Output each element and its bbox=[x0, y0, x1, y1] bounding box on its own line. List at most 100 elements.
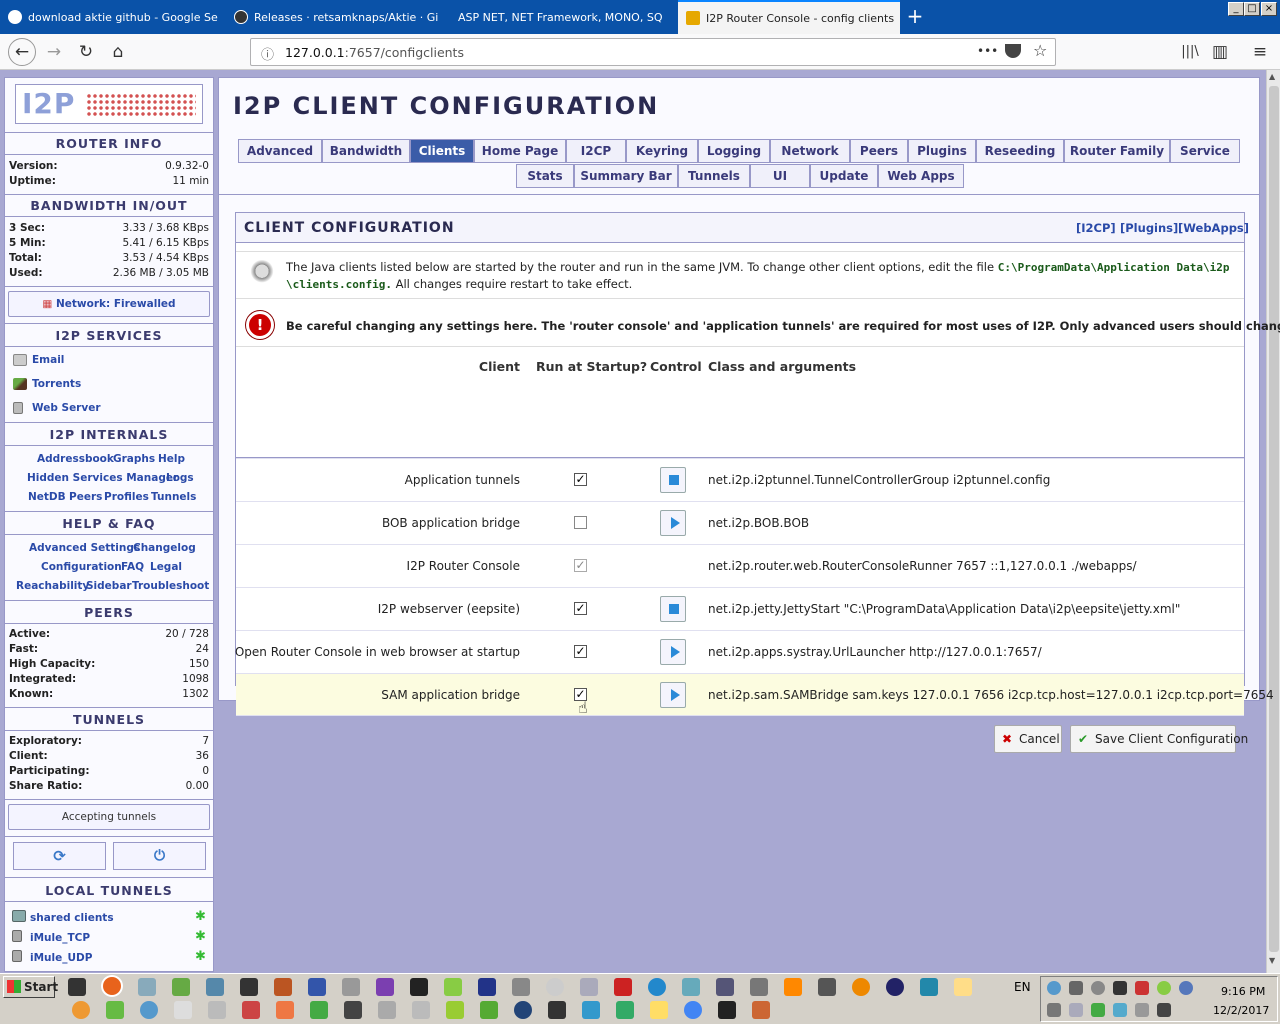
tray-icon[interactable] bbox=[1157, 981, 1171, 995]
taskbar-app-icon[interactable] bbox=[208, 1001, 226, 1019]
taskbar-app-icon[interactable] bbox=[412, 1001, 430, 1019]
taskbar-app-icon[interactable] bbox=[310, 1001, 328, 1019]
i2p-logo[interactable]: I2P bbox=[15, 84, 203, 124]
help-link[interactable]: Advanced Settings bbox=[29, 542, 140, 554]
help-link[interactable]: Changelog bbox=[133, 542, 196, 554]
taskbar-app-icon[interactable] bbox=[648, 978, 666, 996]
help-link[interactable]: FAQ bbox=[121, 561, 144, 573]
taskbar-app-icon[interactable] bbox=[242, 1001, 260, 1019]
service-torrents-link[interactable]: Torrents bbox=[32, 378, 81, 390]
taskbar-app-icon[interactable] bbox=[140, 1001, 158, 1019]
minimize-icon[interactable]: _ bbox=[1228, 2, 1244, 16]
taskbar-app-icon[interactable] bbox=[682, 978, 700, 996]
tray-icon[interactable] bbox=[1047, 981, 1061, 995]
taskbar-app-icon[interactable] bbox=[580, 978, 598, 996]
taskbar-app-icon[interactable] bbox=[138, 978, 156, 996]
taskbar-app-icon[interactable] bbox=[512, 978, 530, 996]
taskbar-app-icon[interactable] bbox=[206, 978, 224, 996]
browser-tab-aspnet[interactable]: ASP NET, NET Framework, MONO, SQ bbox=[450, 0, 676, 34]
internals-link[interactable]: Tunnels bbox=[151, 491, 196, 503]
sidebar-icon[interactable]: ▥ bbox=[1208, 41, 1232, 63]
tab-network[interactable]: Network bbox=[770, 139, 850, 163]
browser-tab-i2p[interactable]: I2P Router Console - config clients ✕ bbox=[678, 0, 900, 34]
restart-button[interactable]: ⟳ bbox=[13, 842, 106, 870]
start-button[interactable] bbox=[660, 682, 686, 708]
tab-reseeding[interactable]: Reseeding bbox=[976, 139, 1064, 163]
taskbar-app-icon[interactable] bbox=[716, 978, 734, 996]
vlc-icon[interactable] bbox=[784, 978, 802, 996]
tray-icon[interactable] bbox=[1135, 981, 1149, 995]
webapps-link[interactable]: [WebApps] bbox=[1178, 221, 1249, 235]
taskbar-app-icon[interactable] bbox=[546, 978, 564, 996]
taskbar-app-icon[interactable] bbox=[954, 978, 972, 996]
cmd-icon[interactable] bbox=[68, 978, 86, 996]
taskbar-app-icon[interactable] bbox=[106, 1001, 124, 1019]
tab-bandwidth[interactable]: Bandwidth bbox=[322, 139, 410, 163]
tab-peers[interactable]: Peers bbox=[850, 139, 908, 163]
taskbar-app-icon[interactable] bbox=[342, 978, 360, 996]
close-window-icon[interactable]: × bbox=[1261, 2, 1277, 16]
i2cp-link[interactable]: [I2CP] bbox=[1076, 221, 1116, 235]
tab-keyring[interactable]: Keyring bbox=[626, 139, 698, 163]
tray-icon[interactable] bbox=[1113, 1003, 1127, 1017]
taskbar-app-icon[interactable] bbox=[240, 978, 258, 996]
taskbar-app-icon[interactable] bbox=[752, 1001, 770, 1019]
taskbar-app-icon[interactable] bbox=[750, 978, 768, 996]
internals-link[interactable]: Addressbook bbox=[37, 453, 114, 465]
clock-date[interactable]: 12/2/2017 bbox=[1213, 1004, 1269, 1017]
cancel-button[interactable]: ✖ Cancel bbox=[994, 725, 1062, 753]
help-link[interactable]: Troubleshoot bbox=[132, 580, 209, 592]
help-link[interactable]: Reachability bbox=[16, 580, 89, 592]
close-tab-icon[interactable]: ✕ bbox=[894, 12, 900, 25]
forward-button[interactable]: → bbox=[42, 41, 66, 63]
internals-link[interactable]: Profiles bbox=[104, 491, 149, 503]
tray-icon[interactable] bbox=[1135, 1003, 1149, 1017]
filezilla-icon[interactable] bbox=[614, 978, 632, 996]
taskbar-app-icon[interactable] bbox=[616, 1001, 634, 1019]
tray-icon[interactable] bbox=[1047, 1003, 1061, 1017]
chrome-icon[interactable] bbox=[684, 1001, 702, 1019]
taskbar-app-icon[interactable] bbox=[446, 1001, 464, 1019]
tab-ui[interactable]: UI bbox=[750, 164, 810, 188]
service-email-link[interactable]: Email bbox=[32, 354, 64, 366]
shutdown-button[interactable]: ⏻ bbox=[113, 842, 206, 870]
tray-icon[interactable] bbox=[1069, 1003, 1083, 1017]
lock-icon[interactable] bbox=[548, 1001, 566, 1019]
tab-update[interactable]: Update bbox=[810, 164, 878, 188]
internals-link[interactable]: Hidden Services Manager bbox=[27, 472, 178, 484]
start-button[interactable] bbox=[660, 510, 686, 536]
startup-checkbox[interactable] bbox=[574, 516, 587, 529]
visual-studio-icon[interactable] bbox=[376, 978, 394, 996]
7zip-icon[interactable] bbox=[718, 1001, 736, 1019]
taskbar-app-icon[interactable] bbox=[276, 1001, 294, 1019]
tab-advanced[interactable]: Advanced bbox=[238, 139, 322, 163]
home-button[interactable]: ⌂ bbox=[106, 41, 130, 63]
tab-home-page[interactable]: Home Page bbox=[474, 139, 566, 163]
taskbar-app-icon[interactable] bbox=[480, 1001, 498, 1019]
tab-summary-bar[interactable]: Summary Bar bbox=[574, 164, 678, 188]
taskbar-app-icon[interactable] bbox=[920, 978, 938, 996]
local-tunnel-link[interactable]: shared clients bbox=[30, 912, 114, 924]
startup-checkbox[interactable]: ✓ bbox=[574, 602, 587, 615]
reload-button[interactable]: ↻ bbox=[74, 41, 98, 63]
plugins-link[interactable]: [Plugins] bbox=[1120, 221, 1178, 235]
page-actions-icon[interactable]: ••• bbox=[977, 44, 998, 58]
new-tab-button[interactable]: + bbox=[902, 4, 928, 30]
tray-icon[interactable] bbox=[1113, 981, 1127, 995]
tab-i2cp[interactable]: I2CP bbox=[566, 139, 626, 163]
taskbar-app-icon[interactable] bbox=[444, 978, 462, 996]
tab-plugins[interactable]: Plugins bbox=[908, 139, 976, 163]
taskbar-app-icon[interactable] bbox=[172, 978, 190, 996]
start-button[interactable]: Start bbox=[3, 976, 58, 998]
tab-router-family[interactable]: Router Family bbox=[1064, 139, 1170, 163]
taskbar-app-icon[interactable] bbox=[308, 978, 326, 996]
internals-link[interactable]: Logs bbox=[166, 472, 194, 484]
tray-icon[interactable] bbox=[1069, 981, 1083, 995]
stop-button[interactable] bbox=[660, 467, 686, 493]
internals-link[interactable]: Peers bbox=[69, 491, 102, 503]
info-icon[interactable]: ⓘ bbox=[261, 44, 274, 63]
firefox-icon[interactable] bbox=[103, 977, 121, 995]
tray-icon[interactable] bbox=[1091, 981, 1105, 995]
internals-link[interactable]: Graphs bbox=[113, 453, 155, 465]
startup-checkbox[interactable]: ✓ bbox=[574, 645, 587, 658]
